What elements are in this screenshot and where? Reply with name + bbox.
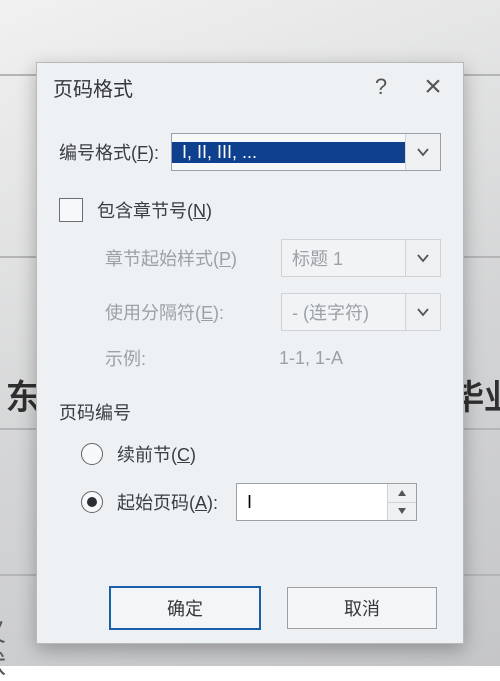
number-format-row: 编号格式(F): I, II, III, ... bbox=[59, 133, 441, 171]
start-at-input[interactable] bbox=[237, 484, 387, 520]
chevron-down-icon[interactable] bbox=[405, 134, 440, 170]
spin-up-button[interactable] bbox=[388, 484, 416, 502]
continue-radio[interactable] bbox=[81, 443, 103, 465]
start-at-row[interactable]: 起始页码(A): bbox=[81, 483, 441, 521]
dialog-footer: 确定 取消 bbox=[37, 573, 463, 643]
page-numbering-section: 页码编号 bbox=[59, 399, 441, 425]
start-at-radio[interactable] bbox=[81, 491, 103, 513]
separator-select: - (连字符) bbox=[281, 293, 441, 331]
include-chapter-label: 包含章节号(N) bbox=[97, 197, 212, 223]
chevron-down-icon bbox=[405, 240, 440, 276]
continue-row[interactable]: 续前节(C) bbox=[81, 441, 441, 467]
dialog-title: 页码格式 bbox=[53, 73, 355, 102]
number-format-select[interactable]: I, II, III, ... bbox=[171, 133, 441, 171]
include-chapter-row[interactable]: 包含章节号(N) bbox=[59, 197, 441, 223]
help-button[interactable]: ? bbox=[355, 63, 407, 111]
bg-text-left: 东 bbox=[6, 370, 40, 419]
chapter-start-label: 章节起始样式(P) bbox=[105, 245, 237, 271]
chapter-start-select: 标题 1 bbox=[281, 239, 441, 277]
separator-label: 使用分隔符(E): bbox=[105, 299, 224, 325]
separator-row: 使用分隔符(E): - (连字符) bbox=[59, 293, 441, 331]
include-chapter-checkbox[interactable] bbox=[59, 198, 83, 222]
page-number-format-dialog: 页码格式 ? × 编号格式(F): I, II, III, ... 包含章节号(… bbox=[36, 62, 464, 644]
continue-label: 续前节(C) bbox=[117, 441, 196, 467]
ok-button[interactable]: 确定 bbox=[109, 586, 261, 630]
example-value: 1-1, 1-A bbox=[279, 348, 343, 369]
example-row: 示例: 1-1, 1-A bbox=[59, 345, 441, 371]
number-format-label: 编号格式(F): bbox=[59, 139, 159, 165]
example-label: 示例: bbox=[105, 345, 279, 371]
cancel-button[interactable]: 取消 bbox=[287, 587, 437, 629]
start-at-spinner[interactable] bbox=[236, 483, 417, 521]
spin-down-button[interactable] bbox=[388, 502, 416, 521]
close-button[interactable]: × bbox=[407, 63, 459, 111]
titlebar: 页码格式 ? × bbox=[37, 63, 463, 111]
chevron-down-icon bbox=[405, 294, 440, 330]
start-at-label: 起始页码(A): bbox=[117, 489, 218, 515]
chapter-start-row: 章节起始样式(P) 标题 1 bbox=[59, 239, 441, 277]
